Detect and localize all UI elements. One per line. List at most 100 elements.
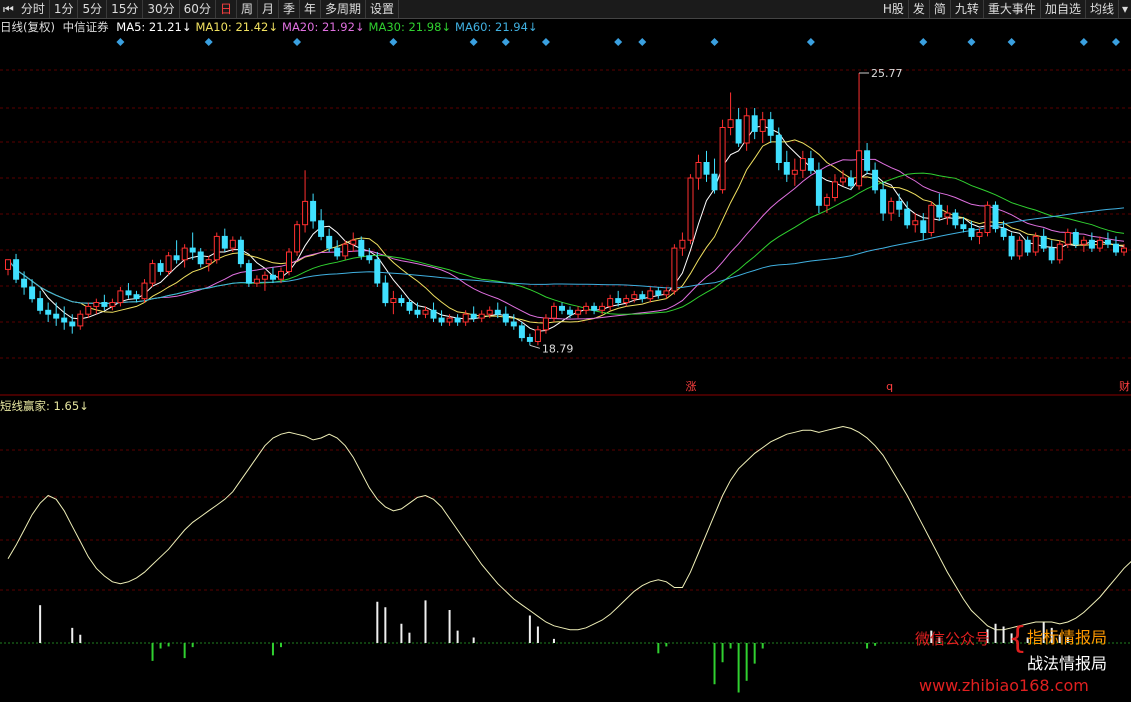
signal-diamond	[293, 38, 302, 46]
candle-body	[197, 251, 204, 265]
candle-body	[390, 298, 397, 304]
signal-diamond	[501, 38, 510, 46]
candle-body	[623, 298, 630, 304]
candle-body	[374, 259, 381, 284]
indicator-line	[7, 425, 1131, 631]
signal-diamond	[389, 38, 398, 46]
candle-body	[414, 309, 421, 315]
candle-body	[542, 317, 549, 331]
candle-body	[61, 317, 68, 323]
candle-body	[856, 150, 863, 187]
candle-body	[5, 259, 11, 270]
candle-body	[1056, 243, 1063, 261]
candle-body	[229, 239, 236, 249]
candle-body	[591, 305, 598, 311]
candle-body	[470, 313, 477, 319]
candle-body	[912, 220, 919, 226]
candle-body	[358, 239, 365, 257]
candle-body	[286, 251, 292, 272]
candle-body	[599, 305, 606, 311]
candle-body	[1048, 247, 1055, 261]
candle-body	[253, 278, 260, 284]
candle-body	[832, 181, 838, 198]
indicator-legend: 短线赢家: 1.65↓	[0, 399, 89, 413]
candle-body	[93, 302, 100, 307]
candle-body	[944, 212, 951, 218]
watermark-url: www.zhibiao168.com	[919, 676, 1089, 695]
candle-body	[1113, 243, 1119, 253]
candle-body	[631, 294, 638, 300]
candle-body	[350, 239, 357, 245]
candle-body	[326, 235, 333, 249]
candle-body	[936, 204, 943, 218]
candle-body	[125, 290, 132, 296]
candle-body	[173, 255, 180, 261]
candle-body	[896, 200, 903, 210]
candle-body	[559, 305, 565, 311]
candle-body	[37, 298, 44, 311]
ma10-line	[7, 139, 1124, 324]
candle-body	[783, 162, 790, 175]
signal-diamond	[638, 38, 647, 46]
candle-body	[1080, 239, 1087, 245]
watermark-name2: 战法情报局	[1027, 654, 1108, 673]
candle-body	[960, 224, 967, 230]
candle-body	[502, 313, 509, 323]
candle-body	[526, 337, 533, 342]
candle-body	[551, 305, 557, 319]
candle-body	[221, 235, 228, 249]
candle-body	[534, 329, 541, 342]
candle-body	[615, 298, 622, 304]
candle-body	[133, 294, 140, 300]
signal-diamond	[919, 38, 928, 46]
candle-body	[840, 177, 846, 183]
candle-body	[141, 282, 148, 300]
candle-body	[663, 290, 670, 296]
candle-body	[53, 313, 60, 319]
event-marker-0: 涨	[685, 380, 696, 393]
candle-body	[775, 134, 782, 164]
candle-body	[872, 169, 879, 191]
signal-diamond	[541, 38, 550, 46]
candle-body	[494, 309, 501, 315]
candle-body	[880, 189, 887, 214]
candle-body	[270, 274, 276, 280]
candle-body	[743, 115, 750, 144]
signal-diamond	[710, 38, 719, 46]
candle-body	[1088, 239, 1095, 249]
ma5-line	[7, 125, 1125, 332]
high-label: 25.77	[871, 67, 903, 80]
candle-body	[1104, 239, 1111, 245]
candle-body	[205, 259, 212, 265]
candle-body	[703, 162, 710, 175]
candle-body	[310, 200, 317, 222]
candle-body	[583, 305, 590, 311]
candle-body	[639, 294, 646, 300]
candle-body	[864, 150, 871, 171]
candle-body	[13, 259, 20, 280]
event-marker-2: 财	[1119, 379, 1130, 393]
candle-body	[278, 270, 284, 280]
candle-body	[888, 200, 895, 214]
candle-body	[984, 204, 991, 234]
candle-body	[430, 309, 437, 319]
candle-body	[510, 321, 517, 327]
candle-body	[727, 119, 734, 128]
signal-diamond	[967, 38, 976, 46]
candle-body	[446, 317, 453, 323]
candle-body	[1096, 239, 1103, 249]
candle-body	[567, 309, 573, 315]
candle-body	[237, 239, 244, 265]
kline-chart: 25.77 18.79 涨 q 财	[0, 38, 1131, 693]
candle-body	[85, 305, 92, 315]
candle-body	[695, 162, 702, 179]
watermark-brace-icon: {	[1008, 621, 1028, 656]
candle-body	[366, 255, 373, 261]
candle-body	[799, 158, 806, 171]
candle-body	[848, 177, 854, 187]
candle-body	[791, 169, 798, 175]
candle-body	[1040, 235, 1047, 249]
candle-body	[815, 169, 822, 206]
candle-body	[1072, 232, 1079, 245]
candle-body	[711, 173, 718, 191]
